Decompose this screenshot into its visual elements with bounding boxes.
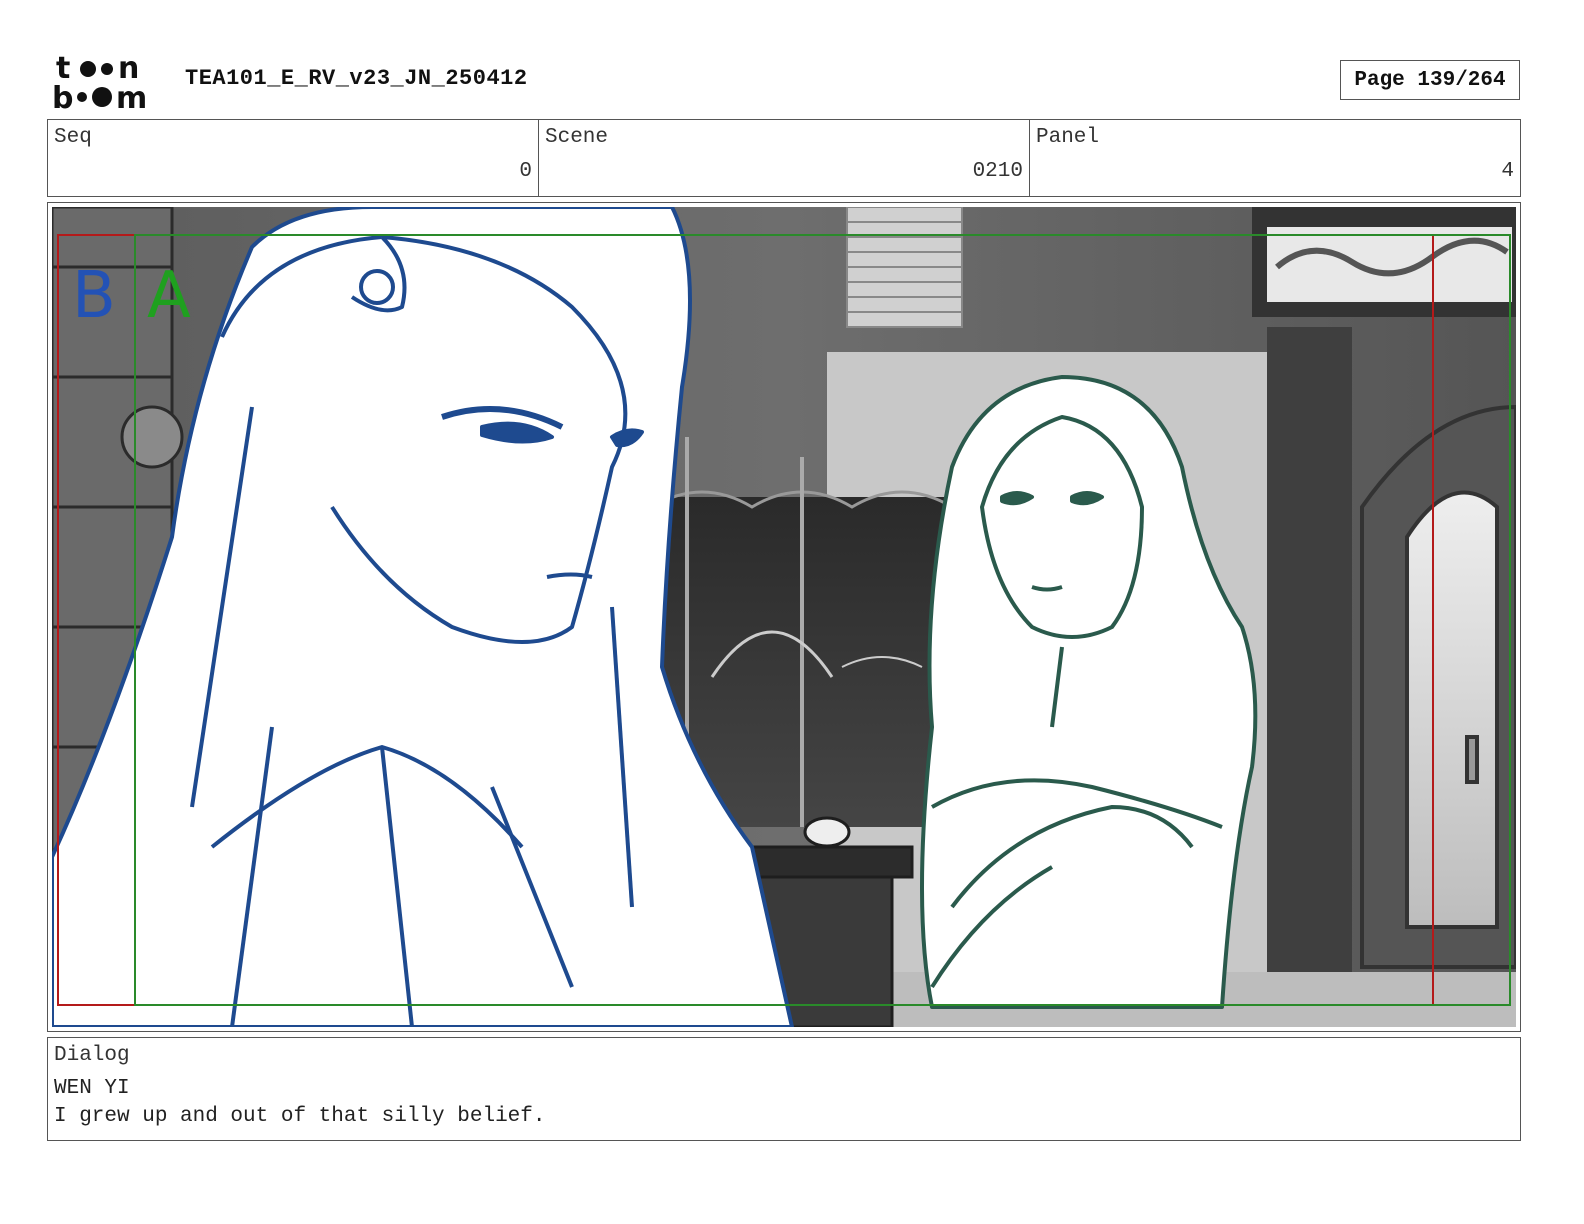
shot-info-row: Seq 0 Scene 0210 Panel 4 [47, 119, 1521, 197]
scene-label: Scene [545, 126, 609, 149]
dialog-speaker: WEN YI [54, 1077, 130, 1100]
dragon-carving [1252, 207, 1516, 317]
svg-text:m: m [116, 81, 147, 112]
toon-boom-logo-icon: t n b m [52, 52, 147, 112]
storyboard-panel: B A [47, 202, 1521, 1032]
scene-cell: Scene 0210 [539, 120, 1030, 196]
seq-value: 0 [519, 160, 532, 183]
seq-cell: Seq 0 [48, 120, 539, 196]
panel-value: 4 [1501, 160, 1514, 183]
svg-text:b: b [52, 81, 73, 112]
window-blinds [846, 207, 963, 328]
dark-pillar [1267, 327, 1352, 977]
dialog-line: I grew up and out of that silly belief. [54, 1105, 546, 1128]
document-title: TEA101_E_RV_v23_JN_250412 [185, 66, 528, 91]
seq-label: Seq [54, 126, 92, 149]
layer-a-label: A [147, 259, 191, 333]
layer-b-label: B [72, 259, 116, 333]
dialog-box: Dialog WEN YI I grew up and out of that … [47, 1037, 1521, 1141]
panel-label: Panel [1036, 126, 1100, 149]
panel-drawing: B A [52, 207, 1516, 1027]
scene-value: 0210 [972, 160, 1023, 183]
panel-cell: Panel 4 [1030, 120, 1520, 196]
page-indicator: Page 139/264 [1340, 60, 1520, 100]
dialog-label: Dialog [54, 1044, 130, 1067]
arched-door [1360, 404, 1516, 969]
